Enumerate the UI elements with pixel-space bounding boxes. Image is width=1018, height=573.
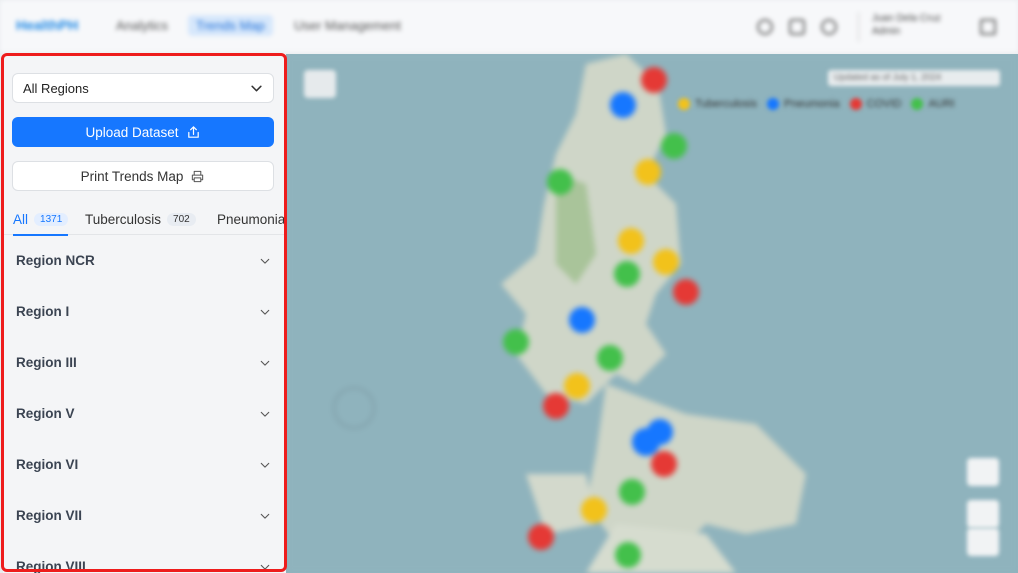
legend-label: COVID: [866, 98, 902, 110]
region-item-viii[interactable]: Region VIII: [3, 541, 286, 573]
chevron-down-icon: [260, 258, 270, 264]
map-legend: Tuberculosis Pneumonia COVID AURI: [678, 98, 955, 111]
printer-icon: [192, 170, 204, 182]
brand-logo[interactable]: HealthPH: [16, 17, 78, 33]
legend-tuberculosis: Tuberculosis: [678, 98, 757, 111]
region-item-iii[interactable]: Region III: [3, 337, 286, 388]
tab-label: Pneumonia: [217, 212, 286, 227]
chevron-down-icon: [251, 85, 262, 91]
help-icon[interactable]: [757, 19, 773, 35]
locate-button[interactable]: [304, 70, 336, 98]
nav-divider: [858, 12, 859, 42]
nav-user-management[interactable]: User Management: [286, 15, 409, 36]
map-canvas: [286, 54, 1018, 573]
user-info[interactable]: Juan Dela Cruz Admin: [872, 12, 941, 38]
nav-analytics[interactable]: Analytics: [108, 15, 176, 36]
legend-covid: COVID: [849, 98, 902, 111]
region-label: Region VIII: [16, 559, 86, 573]
tab-tuberculosis[interactable]: Tuberculosis 702: [85, 204, 196, 235]
user-role: Admin: [872, 26, 901, 37]
filter-sidebar: All Regions Upload Dataset Print Trends …: [3, 54, 286, 573]
legend-dot: [678, 98, 690, 111]
legend-label: AURI: [928, 98, 955, 110]
zoom-in-button[interactable]: [967, 500, 999, 528]
region-label: Region I: [16, 304, 70, 319]
logout-icon[interactable]: [980, 19, 996, 35]
chevron-down-icon: [260, 564, 270, 570]
region-item-vii[interactable]: Region VII: [3, 490, 286, 541]
upload-dataset-button[interactable]: Upload Dataset: [12, 117, 274, 147]
region-select-value: All Regions: [23, 80, 89, 96]
zoom-out-button[interactable]: [967, 528, 999, 556]
region-label: Region VII: [16, 508, 83, 523]
region-item-vi[interactable]: Region VI: [3, 439, 286, 490]
tab-pneumonia[interactable]: Pneumonia: [217, 204, 285, 235]
region-item-v[interactable]: Region V: [3, 388, 286, 439]
region-label: Region NCR: [16, 253, 95, 268]
tab-label: Tuberculosis: [85, 212, 162, 227]
chevron-down-icon: [260, 411, 270, 417]
user-name: Juan Dela Cruz: [872, 13, 941, 24]
region-select[interactable]: All Regions: [12, 73, 274, 103]
legend-dot: [766, 98, 779, 111]
upload-dataset-label: Upload Dataset: [85, 124, 179, 140]
notifications-icon[interactable]: [789, 19, 805, 35]
tab-label: All: [13, 212, 29, 227]
legend-label: Tuberculosis: [695, 98, 757, 110]
legend-dot: [911, 98, 924, 111]
updated-timestamp: Updated as of July 1, 2024: [828, 70, 1000, 86]
top-navigation: HealthPH Analytics Trends Map User Manag…: [0, 0, 1018, 54]
disease-tabs: All 1371 Tuberculosis 702 Pneumonia: [3, 204, 286, 236]
legend-label: Pneumonia: [783, 98, 840, 110]
tab-count: 702: [167, 213, 196, 226]
region-item-i[interactable]: Region I: [3, 286, 286, 337]
region-label: Region VI: [16, 457, 79, 472]
region-list: Region NCR Region I Region III Region V …: [3, 235, 286, 573]
tab-all[interactable]: All 1371: [13, 204, 69, 236]
upload-icon: [187, 125, 199, 138]
region-item-ncr[interactable]: Region NCR: [3, 235, 286, 286]
print-trends-map-label: Print Trends Map: [80, 168, 184, 184]
chevron-down-icon: [260, 513, 270, 519]
tab-count: 1371: [34, 213, 69, 226]
nav-trends-map[interactable]: Trends Map: [188, 15, 273, 36]
legend-dot: [849, 98, 862, 111]
settings-icon[interactable]: [821, 19, 837, 35]
chevron-down-icon: [260, 462, 270, 468]
fullscreen-button[interactable]: [967, 458, 999, 486]
legend-auri: AURI: [911, 98, 955, 111]
legend-pneumonia: Pneumonia: [766, 98, 840, 111]
region-label: Region III: [16, 355, 77, 370]
trends-map[interactable]: Updated as of July 1, 2024 Tuberculosis …: [286, 54, 1018, 573]
region-label: Region V: [16, 406, 75, 421]
chevron-down-icon: [260, 360, 270, 366]
print-trends-map-button[interactable]: Print Trends Map: [12, 161, 274, 191]
chevron-down-icon: [260, 309, 270, 315]
